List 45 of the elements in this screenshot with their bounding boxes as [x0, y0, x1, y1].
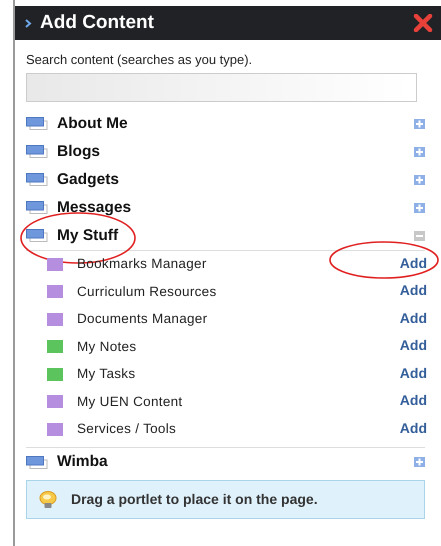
portlet-name: Documents Manager	[77, 310, 208, 328]
add-link[interactable]: Add	[400, 390, 427, 411]
collapse-icon[interactable]	[414, 230, 425, 240]
category-name: My Stuff	[57, 226, 118, 246]
window-icon	[26, 456, 48, 468]
expand-icon[interactable]	[414, 146, 425, 156]
expand-icon[interactable]	[414, 118, 425, 128]
tip-text: Drag a portlet to place it on the page.	[71, 490, 318, 509]
portlet-name: My UEN Content	[77, 392, 182, 411]
add-link[interactable]: Add	[400, 252, 427, 274]
chevron-icon	[25, 18, 32, 28]
portlet-name: Curriculum Resources	[77, 282, 217, 301]
close-icon[interactable]	[413, 14, 433, 32]
expand-icon[interactable]	[414, 202, 425, 212]
category-row[interactable]: Messages	[26, 194, 425, 222]
add-link[interactable]: Add	[400, 418, 427, 438]
add-link[interactable]: Add	[400, 280, 427, 301]
window-icon	[26, 229, 48, 242]
category-row[interactable]: Gadgets	[26, 166, 425, 194]
category-row[interactable]: About Me	[26, 110, 425, 138]
search-field[interactable]	[26, 72, 417, 102]
add-link[interactable]: Add	[400, 308, 427, 328]
panel-title: Add Content	[40, 10, 154, 35]
category-name: About Me	[57, 114, 128, 134]
window-icon	[26, 173, 48, 186]
category-name: Blogs	[57, 142, 100, 162]
lightbulb-icon	[39, 490, 57, 510]
portlet-name: My Notes	[77, 338, 136, 356]
search-label: Search content (searches as you type).	[26, 51, 254, 69]
portlet-name: Services / Tools	[77, 420, 176, 438]
category-name: Gadgets	[57, 170, 120, 190]
window-icon	[26, 117, 48, 130]
portlet-name: My Tasks	[77, 365, 136, 384]
window-icon	[26, 201, 48, 214]
portlet-name: Bookmarks Manager	[77, 255, 207, 274]
add-link[interactable]: Add	[400, 335, 427, 356]
add-link[interactable]: Add	[400, 362, 427, 384]
category-row[interactable]: My Stuff	[26, 222, 425, 250]
expand-icon[interactable]	[414, 174, 425, 184]
category-name: Wimba	[57, 452, 108, 472]
category-name: Messages	[57, 198, 132, 218]
window-icon	[26, 145, 48, 158]
category-row[interactable]: Blogs	[26, 138, 425, 166]
expand-icon[interactable]	[414, 457, 425, 467]
category-row[interactable]: Wimba	[26, 448, 425, 476]
